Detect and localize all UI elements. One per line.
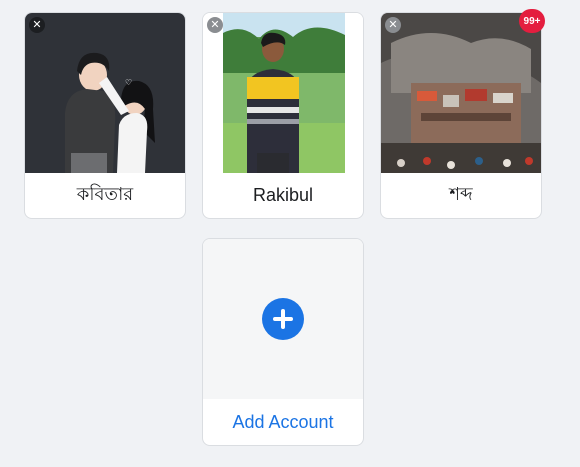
account-card-2[interactable]: Rakibul: [202, 12, 364, 219]
add-account-card[interactable]: Add Account: [202, 238, 364, 446]
account-2-avatar[interactable]: [203, 13, 363, 173]
remove-account-2-close-icon[interactable]: ✕: [207, 17, 223, 33]
account-1-name: কবিতার: [76, 184, 134, 204]
account-card-3[interactable]: শব্দ: [380, 12, 542, 219]
svg-text:♡: ♡: [125, 78, 132, 87]
notification-badge: 99+: [519, 9, 545, 33]
plus-icon[interactable]: [262, 298, 304, 340]
remove-account-3-close-icon[interactable]: ✕: [385, 17, 401, 33]
account-3-name: শব্দ: [449, 184, 473, 204]
account-3-avatar[interactable]: [381, 13, 541, 173]
add-account-icon-area[interactable]: [203, 239, 363, 399]
account-2-name: Rakibul: [252, 185, 314, 205]
account-card-1[interactable]: ♡ কবিতার: [24, 12, 186, 219]
remove-account-1-close-icon[interactable]: ✕: [29, 17, 45, 33]
account-1-avatar[interactable]: ♡: [25, 13, 185, 173]
add-account-label[interactable]: Add Account: [203, 399, 363, 445]
